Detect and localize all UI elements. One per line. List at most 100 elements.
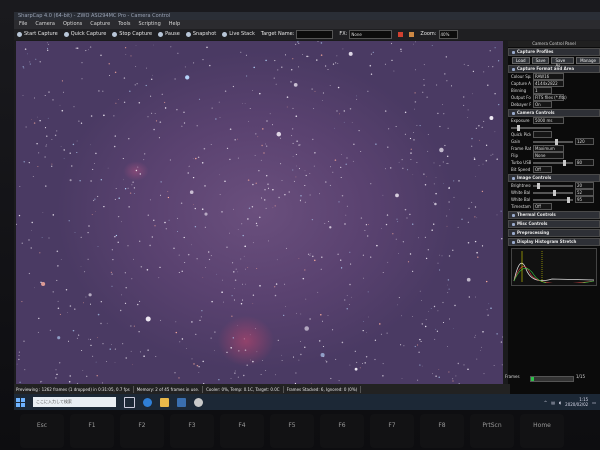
task-view-icon[interactable] <box>124 396 135 408</box>
live-image-view[interactable] <box>16 41 503 384</box>
key-f3[interactable]: F3 <box>170 414 214 448</box>
brightness-value[interactable]: 20 <box>575 182 594 189</box>
menu-help[interactable]: Help <box>169 20 180 29</box>
flip-select[interactable]: None <box>533 152 564 159</box>
explorer-icon[interactable] <box>160 397 169 407</box>
slider-thumb[interactable] <box>563 159 566 166</box>
key-esc[interactable]: Esc <box>20 414 64 448</box>
section-misc[interactable]: Misc Controls <box>508 220 600 228</box>
key-f6[interactable]: F6 <box>320 414 364 448</box>
record-icon[interactable] <box>398 32 404 37</box>
star <box>123 179 124 181</box>
edge-icon[interactable] <box>143 397 152 407</box>
star <box>211 300 213 303</box>
frame-rate-select[interactable]: Maximum <box>533 145 564 152</box>
debayer-select[interactable]: On <box>533 101 552 108</box>
slider-thumb[interactable] <box>553 189 556 196</box>
menu-scripting[interactable]: Scripting <box>139 20 161 29</box>
section-capture-format[interactable]: Capture Format and Area <box>508 65 600 73</box>
panel-title: Camera Control Panel <box>508 41 600 47</box>
exposure-slider[interactable] <box>511 124 551 131</box>
timestamp-select[interactable]: Off <box>533 203 552 210</box>
star <box>109 348 111 350</box>
stop-capture-button[interactable]: Stop Capture <box>112 29 152 40</box>
brightness-slider[interactable] <box>533 182 573 189</box>
menu-tools[interactable]: Tools <box>118 20 130 29</box>
star <box>299 200 301 202</box>
wb-blue-slider[interactable] <box>533 196 573 203</box>
snapshot-button[interactable]: Snapshot <box>185 29 216 40</box>
manage-button[interactable]: Manage <box>576 56 600 64</box>
taskbar-search-input[interactable]: ここに入力して検索 <box>33 397 116 407</box>
menu-options[interactable]: Options <box>63 20 82 29</box>
wb-blue-value[interactable]: 95 <box>575 196 594 203</box>
fx-select[interactable]: None <box>349 30 393 39</box>
slider-thumb[interactable] <box>555 138 558 145</box>
live-stack-button[interactable]: Live Stack <box>222 29 255 40</box>
key-home[interactable]: Home <box>520 414 564 448</box>
section-camera-controls[interactable]: Camera Controls <box>508 109 600 117</box>
slider-thumb[interactable] <box>567 196 570 203</box>
chevron-up-icon[interactable]: ^ <box>544 400 547 405</box>
key-f8[interactable]: F8 <box>420 414 464 448</box>
histogram-display[interactable] <box>511 248 597 286</box>
menu-capture[interactable]: Capture <box>90 20 110 29</box>
crosshair-icon[interactable] <box>409 32 415 37</box>
section-image-controls[interactable]: Image Controls <box>508 174 600 182</box>
key-f4[interactable]: F4 <box>220 414 264 448</box>
save-button[interactable]: Save <box>531 56 550 64</box>
quick-picks-select[interactable] <box>533 131 552 138</box>
notifications-icon[interactable]: ▭ <box>592 400 596 405</box>
section-histogram[interactable]: Display Histogram Stretch <box>508 238 600 246</box>
menu-file[interactable]: File <box>19 20 27 29</box>
zoom-select[interactable]: 40% <box>438 30 458 39</box>
windows-start-icon[interactable] <box>16 397 25 407</box>
menu-camera[interactable]: Camera <box>35 20 55 29</box>
star <box>501 364 503 366</box>
turbo-value[interactable]: 80 <box>575 159 594 166</box>
bit-speed-select[interactable]: Off <box>533 166 552 173</box>
wb-red-slider[interactable] <box>533 189 573 196</box>
clock[interactable]: 1:15 2020/02/02 <box>565 397 588 407</box>
key-prtscn[interactable]: PrtScn <box>470 414 514 448</box>
turbo-slider[interactable] <box>533 159 573 166</box>
star <box>259 92 261 95</box>
start-capture-button[interactable]: Start Capture <box>17 29 58 40</box>
output-format-select[interactable]: FITS files (*.fits) <box>533 94 567 101</box>
section-capture-profiles[interactable]: Capture Profiles <box>508 48 600 56</box>
quick-capture-button[interactable]: Quick Capture <box>63 29 106 40</box>
network-icon[interactable]: ▤ <box>551 400 555 405</box>
star <box>122 343 124 345</box>
star <box>285 247 287 249</box>
star <box>247 267 249 268</box>
section-thermal[interactable]: Thermal Controls <box>508 211 600 219</box>
slider-thumb[interactable] <box>537 182 540 189</box>
colour-space-select[interactable]: RAW16 <box>533 73 564 80</box>
binning-select[interactable]: 1 <box>533 87 552 94</box>
slider-thumb[interactable] <box>517 124 520 131</box>
pause-button[interactable]: Pause <box>158 29 180 40</box>
key-f7[interactable]: F7 <box>370 414 414 448</box>
sharpcap-icon[interactable] <box>194 397 203 407</box>
star <box>353 143 355 145</box>
star <box>72 143 75 146</box>
key-f5[interactable]: F5 <box>270 414 314 448</box>
star <box>414 345 416 348</box>
star <box>100 322 102 325</box>
wb-red-value[interactable]: 52 <box>575 189 594 196</box>
store-icon[interactable] <box>177 397 186 407</box>
load-button[interactable]: Load <box>512 56 530 64</box>
save-as-button[interactable]: Save As <box>551 56 575 68</box>
star <box>474 240 477 243</box>
target-name-input[interactable] <box>296 30 334 39</box>
star <box>219 117 221 119</box>
volume-icon[interactable]: ◖ <box>559 400 561 405</box>
capture-area-select[interactable]: 4144x2822 <box>533 80 564 87</box>
exposure-select[interactable]: 5000 ms <box>533 117 564 124</box>
gain-slider[interactable] <box>533 138 573 145</box>
star <box>317 41 319 42</box>
key-f2[interactable]: F2 <box>120 414 164 448</box>
gain-value[interactable]: 120 <box>575 138 594 145</box>
key-f1[interactable]: F1 <box>70 414 114 448</box>
section-preprocessing[interactable]: Preprocessing <box>508 229 600 237</box>
